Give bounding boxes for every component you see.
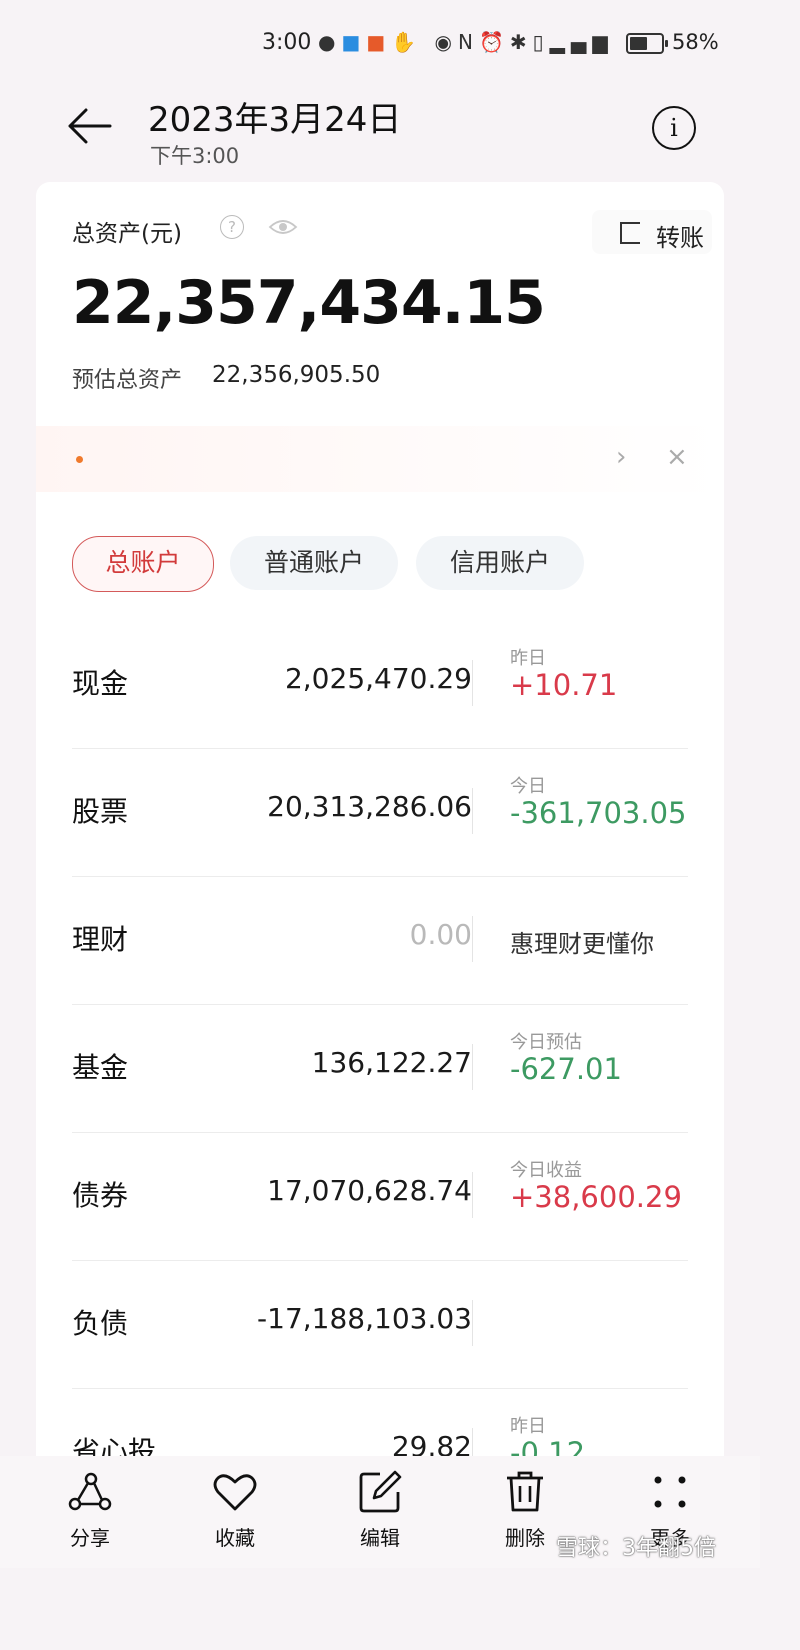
asset-name: 基金 [72, 1051, 129, 1084]
change-value: -627.01 [510, 1052, 622, 1086]
asset-amount: 0.00 [409, 918, 472, 951]
asset-amount: 136,122.27 [311, 1046, 472, 1079]
asset-amount: 17,070,628.74 [267, 1174, 472, 1207]
asset-row[interactable]: 股票 20,313,286.06 今日 -361,703.05 [72, 748, 688, 877]
watermark: 雪球：3年翻5倍 [556, 1536, 716, 1561]
asset-row[interactable]: 债券 17,070,628.74 今日收益 +38,600.29 [72, 1132, 688, 1261]
visibility-eye-icon[interactable] [268, 218, 298, 236]
change-period-label: 昨日 [510, 648, 546, 669]
change-value: +38,600.29 [510, 1180, 682, 1214]
delete-button[interactable]: 删除 [485, 1468, 565, 1551]
hand-icon: ✋ [391, 30, 423, 54]
vibrate-icon: ▯ [532, 30, 550, 54]
help-icon[interactable]: ? [220, 215, 244, 239]
row-divider [472, 916, 473, 962]
status-bar: 3:00 ●■■✋ ◉N⏰✱▯▂▄▆ 58% [0, 0, 760, 90]
asset-row[interactable]: 现金 2,025,470.29 昨日 +10.71 [72, 620, 688, 749]
transfer-icon [620, 222, 640, 244]
banner-dot [76, 456, 83, 463]
edit-icon [359, 1470, 402, 1513]
row-divider [472, 660, 473, 706]
chevron-right-icon[interactable]: › [616, 442, 626, 472]
chat-icon: ● [318, 30, 342, 54]
share-button[interactable]: 分享 [50, 1468, 130, 1551]
page-subtitle: 下午3:00 [150, 144, 240, 168]
share-label: 分享 [70, 1526, 110, 1550]
change-period-label: 今日预估 [510, 1032, 582, 1053]
delete-label: 删除 [505, 1526, 545, 1550]
row-divider [472, 788, 473, 834]
edit-label: 编辑 [360, 1526, 400, 1550]
status-icons: ●■■✋ ◉N⏰✱▯▂▄▆ [318, 30, 614, 54]
row-divider [472, 1300, 473, 1346]
asset-name: 负债 [72, 1307, 129, 1340]
tab-normal-account[interactable]: 普通账户 [230, 536, 398, 590]
app-icon: ■ [366, 30, 392, 54]
battery-icon [626, 33, 668, 54]
more-grid-icon [654, 1476, 686, 1508]
asset-row[interactable]: 理财 0.00 惠理财更懂你 [72, 876, 688, 1005]
bluetooth-icon: ✱ [509, 30, 533, 54]
transfer-label: 转账 [656, 224, 704, 252]
change-value: +10.71 [510, 668, 618, 702]
eye-icon: ◉ [434, 30, 458, 54]
estimated-assets-label: 预估总资产 [72, 368, 183, 393]
share-icon [68, 1472, 112, 1511]
change-period-label: 今日收益 [510, 1160, 582, 1181]
estimated-assets-value: 22,356,905.50 [212, 362, 381, 388]
asset-amount: 20,313,286.06 [267, 790, 472, 823]
nfc-icon: N [457, 30, 479, 54]
change-value: -361,703.05 [510, 796, 687, 830]
notice-banner[interactable]: › × [36, 426, 724, 492]
favorite-label: 收藏 [215, 1526, 255, 1550]
total-assets-value: 22,357,434.15 [72, 268, 546, 338]
asset-amount: -17,188,103.03 [257, 1302, 472, 1335]
asset-amount: 2,025,470.29 [284, 662, 472, 695]
page-title: 2023年3月24日 [148, 100, 402, 140]
tab-credit-account[interactable]: 信用账户 [416, 536, 584, 590]
favorite-button[interactable]: 收藏 [195, 1468, 275, 1551]
total-assets-label: 总资产(元) [72, 221, 182, 247]
heart-icon [213, 1474, 257, 1511]
transfer-button[interactable]: 转账 [592, 210, 712, 254]
row-divider [472, 1172, 473, 1218]
info-button[interactable]: i [652, 106, 696, 150]
asset-name: 股票 [72, 795, 129, 828]
change-period-label: 今日 [510, 776, 546, 797]
asset-card: 总资产(元) ? 转账 22,357,434.15 预估总资产 22,356,9… [36, 182, 724, 1474]
trash-icon [507, 1471, 543, 1512]
status-time: 3:00 [262, 30, 312, 55]
asset-name: 现金 [72, 667, 129, 700]
row-divider [472, 1044, 473, 1090]
header: 2023年3月24日 下午3:00 i [0, 86, 760, 178]
back-button[interactable] [66, 104, 114, 148]
change-period-label: 昨日 [510, 1416, 546, 1437]
signal-icon: ▂▄▆ [549, 30, 614, 54]
info-icon: i [670, 114, 678, 142]
promo-text: 惠理财更懂你 [510, 930, 654, 958]
asset-name: 理财 [72, 923, 129, 956]
battery-percent: 58% [672, 30, 719, 54]
asset-name: 债券 [72, 1179, 129, 1212]
asset-row[interactable]: 基金 136,122.27 今日预估 -627.01 [72, 1004, 688, 1133]
alarm-icon: ⏰ [478, 30, 510, 54]
edit-button[interactable]: 编辑 [340, 1468, 420, 1551]
app-icon: ■ [341, 30, 367, 54]
close-icon[interactable]: × [666, 442, 688, 472]
asset-row[interactable]: 负债 -17,188,103.03 [72, 1260, 688, 1389]
back-arrow-icon [68, 108, 112, 144]
tab-total-account[interactable]: 总账户 [72, 536, 214, 592]
